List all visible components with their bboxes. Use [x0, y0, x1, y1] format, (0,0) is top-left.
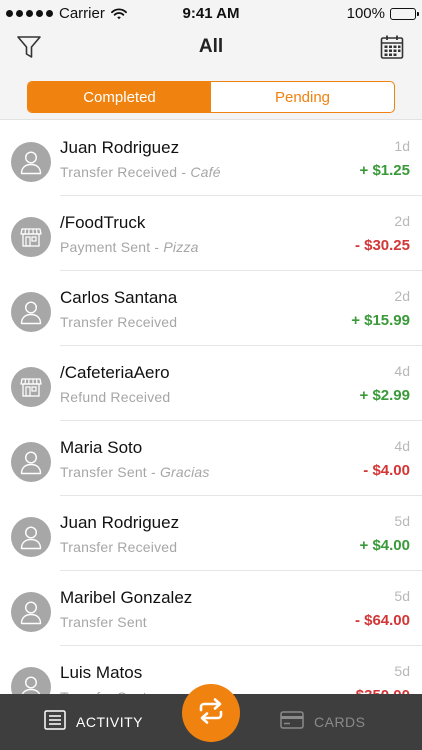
transaction-type: Transfer Sent	[60, 614, 147, 630]
transaction-name: Maria Soto	[60, 438, 143, 457]
battery-icon	[390, 7, 419, 20]
transaction-amount: - $4.00	[363, 462, 410, 479]
transaction-type: Transfer Sent	[60, 464, 147, 480]
transaction-name: Carlos Santana	[60, 288, 178, 307]
transaction-row[interactable]: Juan Rodriguez Transfer Received 5d + $4…	[0, 496, 422, 571]
transaction-name: /FoodTruck	[60, 213, 146, 232]
transaction-row[interactable]: Carlos Santana Transfer Received 2d + $1…	[0, 271, 422, 346]
transaction-row[interactable]: Maribel Gonzalez Transfer Sent 5d - $64.…	[0, 571, 422, 646]
transaction-name: Luis Matos	[60, 663, 143, 682]
transaction-row[interactable]: /CafeteriaAero Refund Received 4d + $2.9…	[0, 346, 422, 421]
status-segmented-control: Completed Pending	[27, 81, 395, 113]
battery-percent: 100%	[346, 5, 385, 22]
transaction-amount: - $30.25	[354, 237, 410, 254]
transaction-note: Café	[190, 164, 221, 180]
segment-completed[interactable]: Completed	[28, 82, 211, 112]
tab-activity[interactable]: ACTIVITY	[44, 694, 143, 750]
tab-cards-label: CARDS	[314, 714, 366, 730]
transaction-date: 4d	[394, 438, 410, 454]
transaction-date: 2d	[394, 288, 410, 304]
transfer-arrows-icon	[197, 697, 225, 729]
segment-pending[interactable]: Pending	[211, 82, 394, 112]
nav-bar: All Completed Pending	[0, 26, 422, 120]
tab-activity-label: ACTIVITY	[76, 714, 144, 730]
transaction-type: Payment Sent	[60, 239, 151, 255]
transaction-description: Payment Sent - Pizza	[60, 239, 199, 255]
status-right: 100%	[346, 5, 419, 22]
transaction-date: 2d	[394, 213, 410, 229]
transaction-type: Transfer Received	[60, 539, 178, 555]
transaction-amount: - $64.00	[354, 612, 410, 629]
user-icon	[11, 142, 51, 182]
transaction-amount: + $1.25	[359, 162, 410, 179]
transaction-description: Transfer Sent - Gracias	[60, 464, 210, 480]
status-bar: Carrier 9:41 AM 100%	[0, 0, 422, 26]
transaction-note: Gracias	[159, 464, 210, 480]
store-icon	[11, 367, 51, 407]
transaction-row[interactable]: /FoodTruck Payment Sent - Pizza 2d - $30…	[0, 196, 422, 271]
user-icon	[11, 442, 51, 482]
transaction-description: Transfer Sent	[60, 614, 147, 630]
transaction-amount: + $4.00	[359, 537, 410, 554]
transfer-button[interactable]	[182, 684, 240, 742]
activity-list-icon	[44, 709, 66, 735]
transaction-row[interactable]: Juan Rodriguez Transfer Received - Café …	[0, 121, 422, 196]
transaction-name: Juan Rodriguez	[60, 138, 180, 157]
store-icon	[11, 217, 51, 257]
transaction-name: /CafeteriaAero	[60, 363, 170, 382]
transaction-description: Transfer Received - Café	[60, 164, 221, 180]
transaction-date: 5d	[394, 663, 410, 679]
transaction-name: Juan Rodriguez	[60, 513, 180, 532]
transaction-description: Refund Received	[60, 389, 170, 405]
transaction-date: 5d	[394, 513, 410, 529]
transaction-description: Transfer Received	[60, 314, 177, 330]
transaction-list: Juan Rodriguez Transfer Received - Café …	[0, 121, 422, 721]
transaction-row[interactable]: Maria Soto Transfer Sent - Gracias 4d - …	[0, 421, 422, 496]
transaction-type: Refund Received	[60, 389, 171, 405]
user-icon	[11, 292, 51, 332]
transaction-amount: + $2.99	[359, 387, 410, 404]
transaction-date: 4d	[394, 363, 410, 379]
transaction-description: Transfer Received	[60, 539, 177, 555]
credit-card-icon	[280, 710, 304, 734]
transaction-date: 1d	[394, 138, 410, 154]
page-title: All	[198, 36, 224, 57]
calendar-icon[interactable]	[380, 34, 404, 60]
transaction-date: 5d	[394, 588, 410, 604]
transaction-type: Transfer Received	[60, 314, 178, 330]
user-icon	[11, 592, 51, 632]
user-icon	[11, 517, 51, 557]
tab-cards[interactable]: CARDS	[280, 694, 366, 750]
transaction-name: Maribel Gonzalez	[60, 588, 193, 607]
transaction-note: Pizza	[163, 239, 199, 255]
transaction-amount: + $15.99	[351, 312, 410, 329]
transaction-type: Transfer Received	[60, 164, 178, 180]
